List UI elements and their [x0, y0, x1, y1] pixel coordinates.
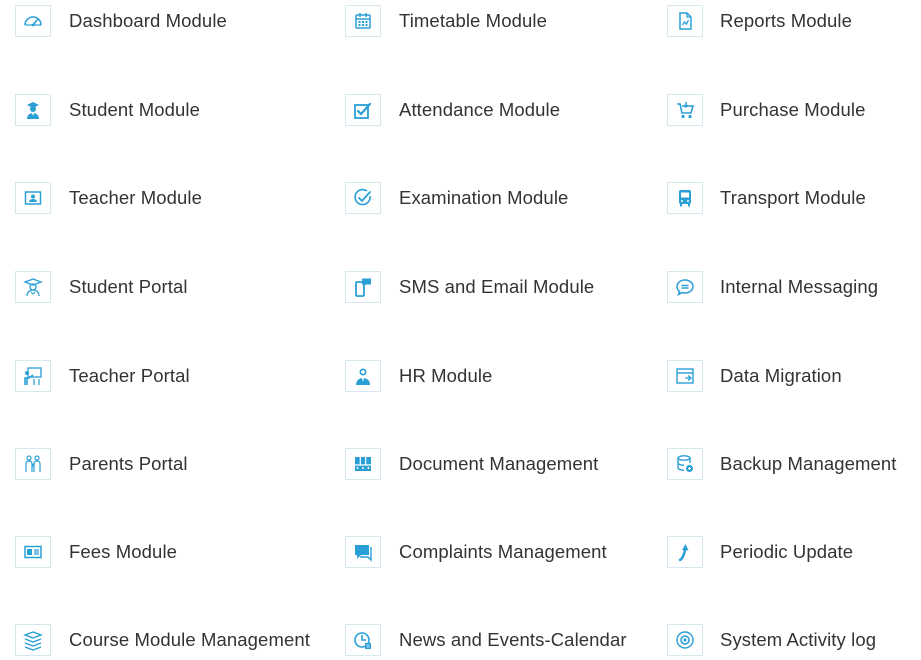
complaint-chat-icon	[345, 536, 381, 568]
module-backup-management[interactable]: Backup Management	[667, 444, 897, 484]
module-label: SMS and Email Module	[399, 276, 595, 297]
chat-bubble-icon	[667, 271, 703, 303]
activity-log-icon	[667, 624, 703, 656]
module-teacher-portal[interactable]: Teacher Portal	[15, 356, 190, 396]
module-label: News and Events-Calendar	[399, 629, 627, 650]
course-stack-icon	[15, 624, 51, 656]
module-news-and-events-calendar[interactable]: News and Events-Calendar	[345, 620, 627, 660]
student-portal-icon	[15, 271, 51, 303]
module-course-module-management[interactable]: Course Module Management	[15, 620, 310, 660]
news-clock-icon	[345, 624, 381, 656]
module-label: Examination Module	[399, 187, 569, 208]
module-label: Fees Module	[69, 541, 178, 562]
report-document-icon	[667, 5, 703, 37]
module-student-portal[interactable]: Student Portal	[15, 267, 188, 307]
module-label: Timetable Module	[399, 10, 547, 31]
mobile-message-icon	[345, 271, 381, 303]
parents-family-icon	[15, 448, 51, 480]
module-internal-messaging[interactable]: Internal Messaging	[667, 267, 878, 307]
module-label: Student Portal	[69, 276, 188, 297]
module-label: Periodic Update	[720, 541, 854, 562]
module-label: Teacher Module	[69, 187, 203, 208]
module-fees-module[interactable]: Fees Module	[15, 532, 177, 572]
bus-icon	[667, 182, 703, 214]
fees-card-icon	[15, 536, 51, 568]
document-cabinet-icon	[345, 448, 381, 480]
modules-grid: Dashboard Module Timetable Module Reports …	[0, 0, 921, 656]
update-arrow-icon	[667, 536, 703, 568]
module-periodic-update[interactable]: Periodic Update	[667, 532, 853, 572]
cart-icon	[667, 94, 703, 126]
module-document-management[interactable]: Document Management	[345, 444, 598, 484]
module-label: Document Management	[399, 453, 599, 474]
module-sms-and-email-module[interactable]: SMS and Email Module	[345, 267, 594, 307]
module-timetable-module[interactable]: Timetable Module	[345, 1, 547, 41]
module-label: Purchase Module	[720, 99, 866, 120]
module-label: Reports Module	[720, 10, 852, 31]
module-examination-module[interactable]: Examination Module	[345, 178, 568, 218]
module-student-module[interactable]: Student Module	[15, 90, 200, 130]
calendar-icon	[345, 5, 381, 37]
module-transport-module[interactable]: Transport Module	[667, 178, 866, 218]
module-label: Transport Module	[720, 187, 866, 208]
hr-person-icon	[345, 360, 381, 392]
module-data-migration[interactable]: Data Migration	[667, 356, 842, 396]
module-teacher-module[interactable]: Teacher Module	[15, 178, 202, 218]
module-label: System Activity log	[720, 629, 877, 650]
module-label: Dashboard Module	[69, 10, 227, 31]
exam-check-icon	[345, 182, 381, 214]
database-backup-icon	[667, 448, 703, 480]
teacher-id-card-icon	[15, 182, 51, 214]
gauge-icon	[15, 5, 51, 37]
checkbox-icon	[345, 94, 381, 126]
data-migration-icon	[667, 360, 703, 392]
module-label: Attendance Module	[399, 99, 561, 120]
module-label: Backup Management	[720, 453, 897, 474]
module-label: HR Module	[399, 365, 493, 386]
module-label: Course Module Management	[69, 629, 310, 650]
module-label: Data Migration	[720, 365, 842, 386]
module-attendance-module[interactable]: Attendance Module	[345, 90, 560, 130]
module-complaints-management[interactable]: Complaints Management	[345, 532, 607, 572]
module-label: Student Module	[69, 99, 200, 120]
module-parents-portal[interactable]: Parents Portal	[15, 444, 188, 484]
graduate-student-icon	[15, 94, 51, 126]
module-label: Parents Portal	[69, 453, 188, 474]
module-hr-module[interactable]: HR Module	[345, 356, 492, 396]
module-label: Complaints Management	[399, 541, 607, 562]
module-system-activity-log[interactable]: System Activity log	[667, 620, 876, 660]
module-purchase-module[interactable]: Purchase Module	[667, 90, 865, 130]
module-dashboard-module[interactable]: Dashboard Module	[15, 1, 227, 41]
module-reports-module[interactable]: Reports Module	[667, 1, 852, 41]
module-label: Internal Messaging	[720, 276, 879, 297]
teacher-board-icon	[15, 360, 51, 392]
module-label: Teacher Portal	[69, 365, 190, 386]
